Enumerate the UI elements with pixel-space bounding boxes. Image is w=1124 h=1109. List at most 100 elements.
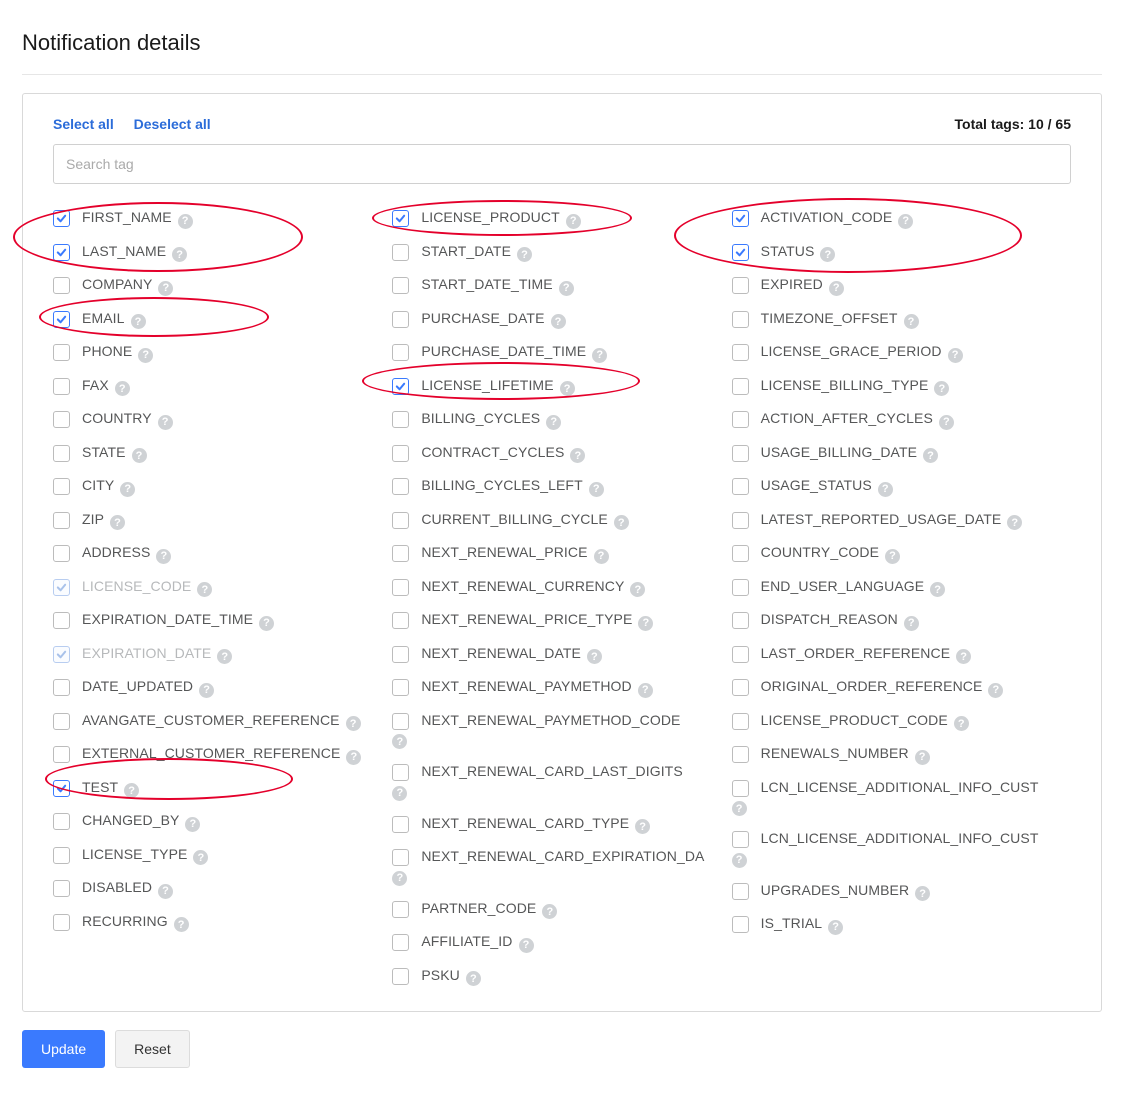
help-icon[interactable]: ? bbox=[630, 582, 645, 597]
tag-checkbox[interactable] bbox=[53, 914, 70, 931]
help-icon[interactable]: ? bbox=[217, 649, 232, 664]
help-icon[interactable]: ? bbox=[732, 801, 747, 816]
help-icon[interactable]: ? bbox=[885, 549, 900, 564]
help-icon[interactable]: ? bbox=[519, 938, 534, 953]
tag-checkbox[interactable] bbox=[53, 880, 70, 897]
tag-checkbox[interactable] bbox=[392, 816, 409, 833]
tag-checkbox[interactable] bbox=[53, 847, 70, 864]
help-icon[interactable]: ? bbox=[988, 683, 1003, 698]
tag-checkbox[interactable] bbox=[732, 311, 749, 328]
tag-checkbox[interactable] bbox=[732, 277, 749, 294]
tag-checkbox[interactable] bbox=[53, 411, 70, 428]
tag-checkbox[interactable] bbox=[392, 445, 409, 462]
tag-checkbox[interactable] bbox=[732, 746, 749, 763]
tag-checkbox[interactable] bbox=[732, 478, 749, 495]
tag-checkbox[interactable] bbox=[732, 210, 749, 227]
tag-checkbox[interactable] bbox=[392, 646, 409, 663]
help-icon[interactable]: ? bbox=[638, 683, 653, 698]
tag-checkbox[interactable] bbox=[392, 713, 409, 730]
help-icon[interactable]: ? bbox=[898, 214, 913, 229]
help-icon[interactable]: ? bbox=[174, 917, 189, 932]
help-icon[interactable]: ? bbox=[199, 683, 214, 698]
tag-checkbox[interactable] bbox=[53, 780, 70, 797]
tag-checkbox[interactable] bbox=[392, 934, 409, 951]
tag-checkbox[interactable] bbox=[392, 512, 409, 529]
help-icon[interactable]: ? bbox=[132, 448, 147, 463]
tag-checkbox[interactable] bbox=[53, 512, 70, 529]
help-icon[interactable]: ? bbox=[589, 482, 604, 497]
help-icon[interactable]: ? bbox=[828, 920, 843, 935]
tag-checkbox[interactable] bbox=[392, 378, 409, 395]
help-icon[interactable]: ? bbox=[131, 314, 146, 329]
help-icon[interactable]: ? bbox=[346, 716, 361, 731]
help-icon[interactable]: ? bbox=[560, 381, 575, 396]
help-icon[interactable]: ? bbox=[638, 616, 653, 631]
tag-checkbox[interactable] bbox=[732, 411, 749, 428]
tag-checkbox[interactable] bbox=[732, 512, 749, 529]
help-icon[interactable]: ? bbox=[570, 448, 585, 463]
help-icon[interactable]: ? bbox=[542, 904, 557, 919]
help-icon[interactable]: ? bbox=[392, 734, 407, 749]
tag-checkbox[interactable] bbox=[392, 612, 409, 629]
help-icon[interactable]: ? bbox=[120, 482, 135, 497]
help-icon[interactable]: ? bbox=[904, 616, 919, 631]
tag-checkbox[interactable] bbox=[53, 478, 70, 495]
tag-checkbox[interactable] bbox=[53, 813, 70, 830]
tag-checkbox[interactable] bbox=[53, 244, 70, 261]
tag-checkbox[interactable] bbox=[53, 679, 70, 696]
tag-checkbox[interactable] bbox=[732, 831, 749, 848]
tag-checkbox[interactable] bbox=[392, 478, 409, 495]
tag-checkbox[interactable] bbox=[732, 679, 749, 696]
tag-checkbox[interactable] bbox=[53, 545, 70, 562]
help-icon[interactable]: ? bbox=[551, 314, 566, 329]
tag-checkbox[interactable] bbox=[392, 277, 409, 294]
tag-checkbox[interactable] bbox=[392, 411, 409, 428]
tag-checkbox[interactable] bbox=[53, 277, 70, 294]
help-icon[interactable]: ? bbox=[930, 582, 945, 597]
help-icon[interactable]: ? bbox=[614, 515, 629, 530]
reset-button[interactable]: Reset bbox=[115, 1030, 190, 1068]
tag-checkbox[interactable] bbox=[392, 244, 409, 261]
tag-checkbox[interactable] bbox=[392, 968, 409, 985]
tag-checkbox[interactable] bbox=[732, 780, 749, 797]
update-button[interactable]: Update bbox=[22, 1030, 105, 1068]
tag-checkbox[interactable] bbox=[732, 612, 749, 629]
tag-checkbox[interactable] bbox=[53, 612, 70, 629]
help-icon[interactable]: ? bbox=[587, 649, 602, 664]
tag-checkbox[interactable] bbox=[392, 545, 409, 562]
tag-checkbox[interactable] bbox=[53, 210, 70, 227]
tag-checkbox[interactable] bbox=[392, 210, 409, 227]
help-icon[interactable]: ? bbox=[158, 281, 173, 296]
help-icon[interactable]: ? bbox=[158, 415, 173, 430]
help-icon[interactable]: ? bbox=[466, 971, 481, 986]
help-icon[interactable]: ? bbox=[392, 871, 407, 886]
help-icon[interactable]: ? bbox=[566, 214, 581, 229]
tag-checkbox[interactable] bbox=[732, 445, 749, 462]
help-icon[interactable]: ? bbox=[948, 348, 963, 363]
tag-checkbox[interactable] bbox=[732, 916, 749, 933]
help-icon[interactable]: ? bbox=[197, 582, 212, 597]
help-icon[interactable]: ? bbox=[124, 783, 139, 798]
tag-checkbox[interactable] bbox=[53, 378, 70, 395]
help-icon[interactable]: ? bbox=[594, 549, 609, 564]
help-icon[interactable]: ? bbox=[138, 348, 153, 363]
tag-checkbox[interactable] bbox=[732, 883, 749, 900]
tag-checkbox[interactable] bbox=[732, 545, 749, 562]
help-icon[interactable]: ? bbox=[115, 381, 130, 396]
help-icon[interactable]: ? bbox=[172, 247, 187, 262]
help-icon[interactable]: ? bbox=[820, 247, 835, 262]
help-icon[interactable]: ? bbox=[158, 884, 173, 899]
help-icon[interactable]: ? bbox=[915, 886, 930, 901]
help-icon[interactable]: ? bbox=[956, 649, 971, 664]
help-icon[interactable]: ? bbox=[110, 515, 125, 530]
help-icon[interactable]: ? bbox=[546, 415, 561, 430]
tag-checkbox[interactable] bbox=[53, 746, 70, 763]
tag-checkbox[interactable] bbox=[732, 713, 749, 730]
tag-checkbox[interactable] bbox=[732, 646, 749, 663]
help-icon[interactable]: ? bbox=[1007, 515, 1022, 530]
tag-checkbox[interactable] bbox=[392, 901, 409, 918]
help-icon[interactable]: ? bbox=[878, 482, 893, 497]
help-icon[interactable]: ? bbox=[193, 850, 208, 865]
select-all-link[interactable]: Select all bbox=[53, 116, 114, 132]
help-icon[interactable]: ? bbox=[178, 214, 193, 229]
